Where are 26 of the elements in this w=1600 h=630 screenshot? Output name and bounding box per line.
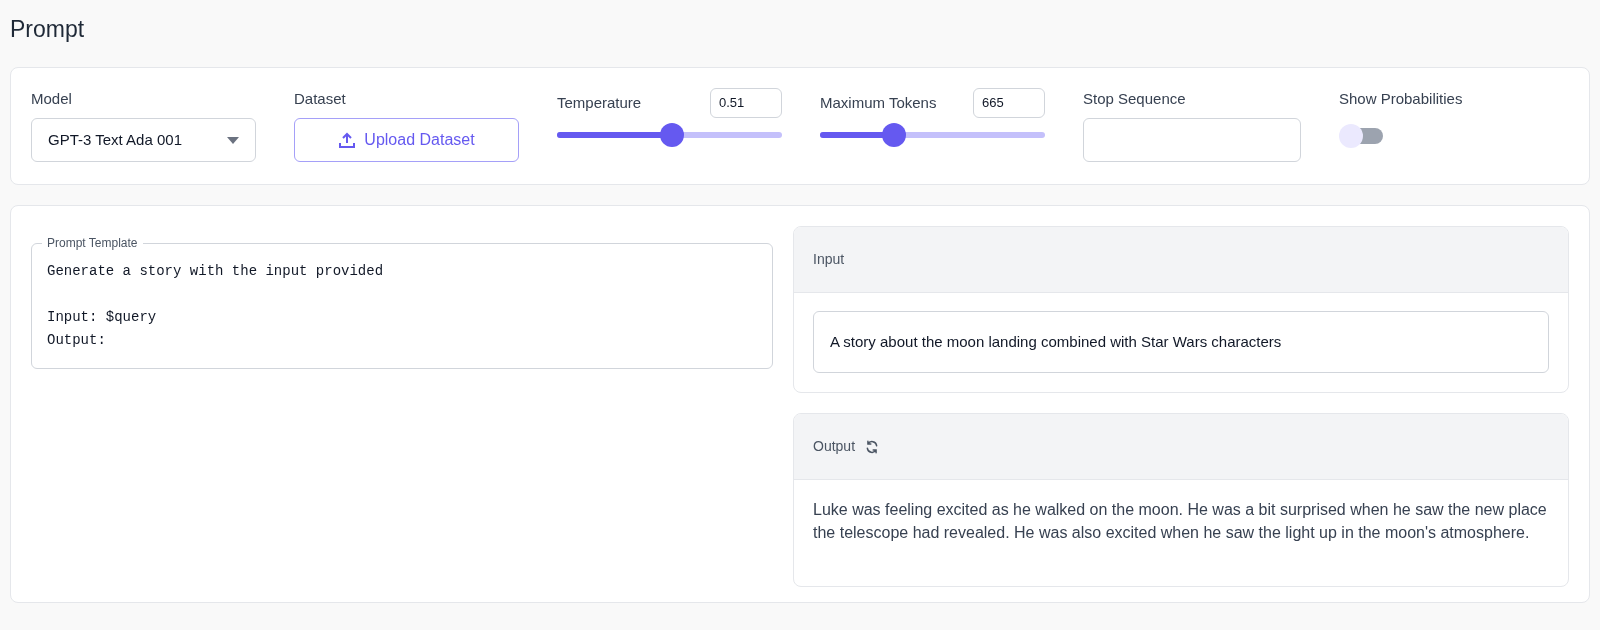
caret-icon <box>227 136 239 144</box>
field-label: Model <box>31 89 73 109</box>
model-dropdown[interactable]: GPT-3 Text Ada 001 <box>31 118 256 162</box>
field-label: Dataset <box>294 89 347 109</box>
slider-thumb[interactable] <box>659 123 684 147</box>
field-label: Stop Sequence <box>1083 89 1187 109</box>
refresh-icon[interactable] <box>865 439 880 454</box>
slider-track[interactable] <box>820 123 1045 147</box>
slider-thumb[interactable] <box>882 123 907 147</box>
value-field[interactable]: 0.51 <box>710 88 782 118</box>
template-text: Generate a story with the input provided Input: $query Output: <box>47 262 385 350</box>
toggle-switch[interactable] <box>1339 124 1383 148</box>
output-text: Luke was feeling excited as he walked on the moon. He was a bit surprised when he saw the new place the telescope had revealed. He was also excited when he saw the light up in the moon's atmosphere. <box>812 500 1548 543</box>
field-label: Show Probabilities <box>1339 89 1464 109</box>
slider-track[interactable] <box>557 123 782 147</box>
upload-icon <box>338 131 357 149</box>
panel-title: Input <box>813 250 845 269</box>
input-field[interactable]: A story about the moon landing combined with Star Wars characters <box>813 311 1549 373</box>
page-title: Prompt <box>10 15 86 44</box>
field-label: Temperature <box>557 92 642 113</box>
field-label: Maximum Tokens <box>820 92 937 113</box>
upload-button[interactable]: Upload Dataset <box>294 118 519 162</box>
field-legend: Prompt Template <box>42 234 143 252</box>
panel-title: Output <box>813 437 856 456</box>
stop-sequence-field[interactable] <box>1083 118 1301 162</box>
value-field[interactable]: 665 <box>973 88 1045 118</box>
